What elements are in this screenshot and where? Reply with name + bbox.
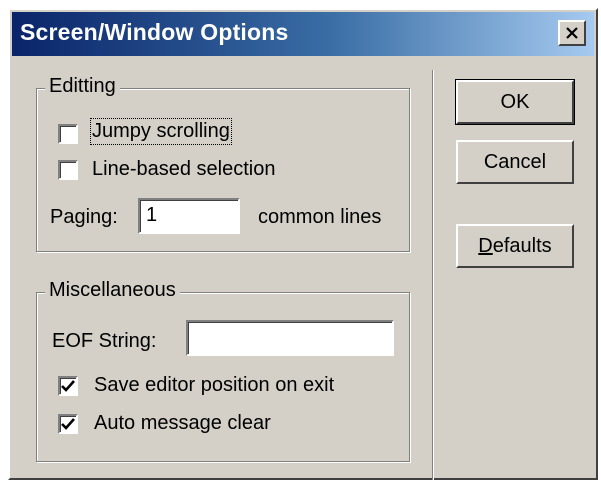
line-based-selection-label[interactable]: Line-based selection	[92, 158, 275, 181]
jumpy-scrolling-checkbox[interactable]	[58, 124, 78, 144]
defaults-label-rest: efaults	[492, 234, 552, 257]
checkmark-icon	[61, 418, 75, 430]
checkmark-icon	[61, 380, 75, 392]
paging-input[interactable]: 1	[138, 198, 240, 234]
defaults-mnemonic: D	[478, 234, 493, 257]
title-bar[interactable]: Screen/Window Options	[12, 12, 594, 56]
miscellaneous-group-legend: Miscellaneous	[45, 279, 180, 302]
vertical-separator	[432, 70, 434, 480]
paging-suffix-label: common lines	[258, 206, 382, 228]
auto-message-clear-checkbox[interactable]	[58, 414, 78, 434]
line-based-selection-checkbox[interactable]	[58, 160, 78, 180]
editing-group-legend: Editting	[45, 75, 120, 98]
eof-string-label: EOF String:	[52, 330, 157, 352]
defaults-button[interactable]: Defaults	[456, 224, 574, 268]
auto-message-clear-label[interactable]: Auto message clear	[94, 412, 271, 435]
ok-button-label: OK	[500, 90, 530, 113]
jumpy-scrolling-label[interactable]: Jumpy scrolling	[90, 118, 232, 145]
cancel-button-label: Cancel	[483, 150, 547, 173]
save-editor-position-checkbox[interactable]	[58, 376, 78, 396]
paging-label: Paging:	[50, 206, 118, 228]
screen-window-options-dialog: Screen/Window Options Editting Jumpy scr…	[8, 8, 598, 480]
save-editor-position-label[interactable]: Save editor position on exit	[94, 374, 334, 397]
cancel-button[interactable]: Cancel	[456, 140, 574, 184]
ok-button[interactable]: OK	[455, 79, 575, 125]
defaults-button-label: Defaults	[478, 235, 551, 258]
eof-string-input[interactable]	[186, 320, 394, 356]
close-icon	[566, 27, 578, 39]
dialog-title: Screen/Window Options	[20, 19, 289, 45]
close-button[interactable]	[558, 20, 586, 46]
